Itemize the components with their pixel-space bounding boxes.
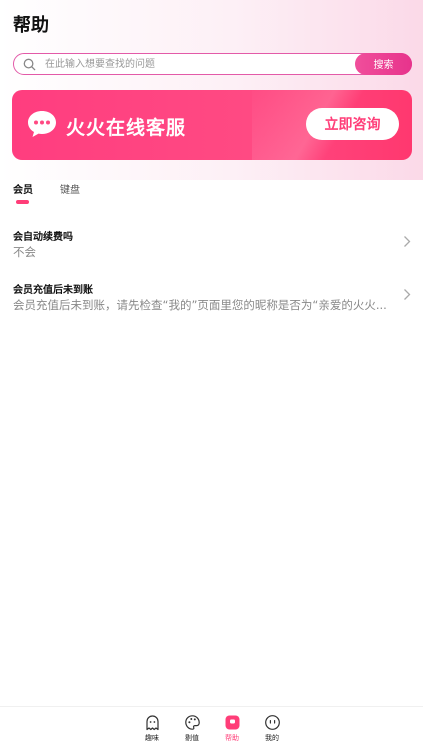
active-tab-indicator bbox=[16, 200, 29, 204]
faq-item-recharge[interactable]: 会员充值后未到账 会员充值后未到账，请先检查“我的”页面里您的昵称是否为“亲爱的… bbox=[13, 281, 413, 321]
chat-bubble-icon bbox=[28, 111, 56, 137]
page-title: 帮助 bbox=[13, 15, 49, 36]
nav-label: 趣味 bbox=[145, 734, 159, 742]
chevron-right-icon bbox=[404, 236, 411, 247]
face-icon bbox=[264, 715, 280, 730]
faq-question: 会自动续费吗 bbox=[13, 232, 73, 243]
bottom-nav: 趣味 剔值 帮助 我的 bbox=[0, 707, 423, 747]
faq-answer: 不会 bbox=[13, 245, 36, 259]
tab-keyboard[interactable]: 键盘 bbox=[60, 181, 80, 196]
customer-service-banner[interactable]: 火火在线客服 立即咨询 bbox=[12, 90, 412, 160]
nav-label: 剔值 bbox=[185, 734, 199, 742]
help-icon bbox=[225, 715, 239, 730]
palette-icon bbox=[184, 715, 200, 730]
ghost-icon bbox=[145, 715, 159, 731]
search-icon bbox=[23, 58, 36, 70]
nav-item-fun[interactable]: 趣味 bbox=[136, 714, 168, 746]
nav-label: 帮助 bbox=[225, 734, 239, 742]
nav-item-mine[interactable]: 我的 bbox=[256, 714, 288, 746]
consult-now-button[interactable]: 立即咨询 bbox=[306, 108, 399, 140]
faq-answer: 会员充值后未到账，请先检查“我的”页面里您的昵称是否为“亲爱的火火... bbox=[13, 298, 387, 312]
faq-item-auto-renew[interactable]: 会自动续费吗 不会 bbox=[13, 228, 413, 268]
tab-member[interactable]: 会员 bbox=[13, 181, 33, 196]
help-page: 帮助 搜索 火火在线客服 立即咨询 会员 键盘 会自动续费吗 不会 会员充值后未… bbox=[0, 0, 423, 747]
nav-item-help[interactable]: 帮助 bbox=[216, 714, 248, 746]
nav-label: 我的 bbox=[265, 734, 279, 742]
banner-title: 火火在线客服 bbox=[66, 117, 187, 139]
chevron-right-icon bbox=[404, 289, 411, 300]
search-bar[interactable]: 搜索 bbox=[13, 52, 412, 75]
search-button[interactable]: 搜索 bbox=[355, 52, 412, 75]
faq-question: 会员充值后未到账 bbox=[13, 285, 93, 296]
nav-item-value[interactable]: 剔值 bbox=[176, 714, 208, 746]
